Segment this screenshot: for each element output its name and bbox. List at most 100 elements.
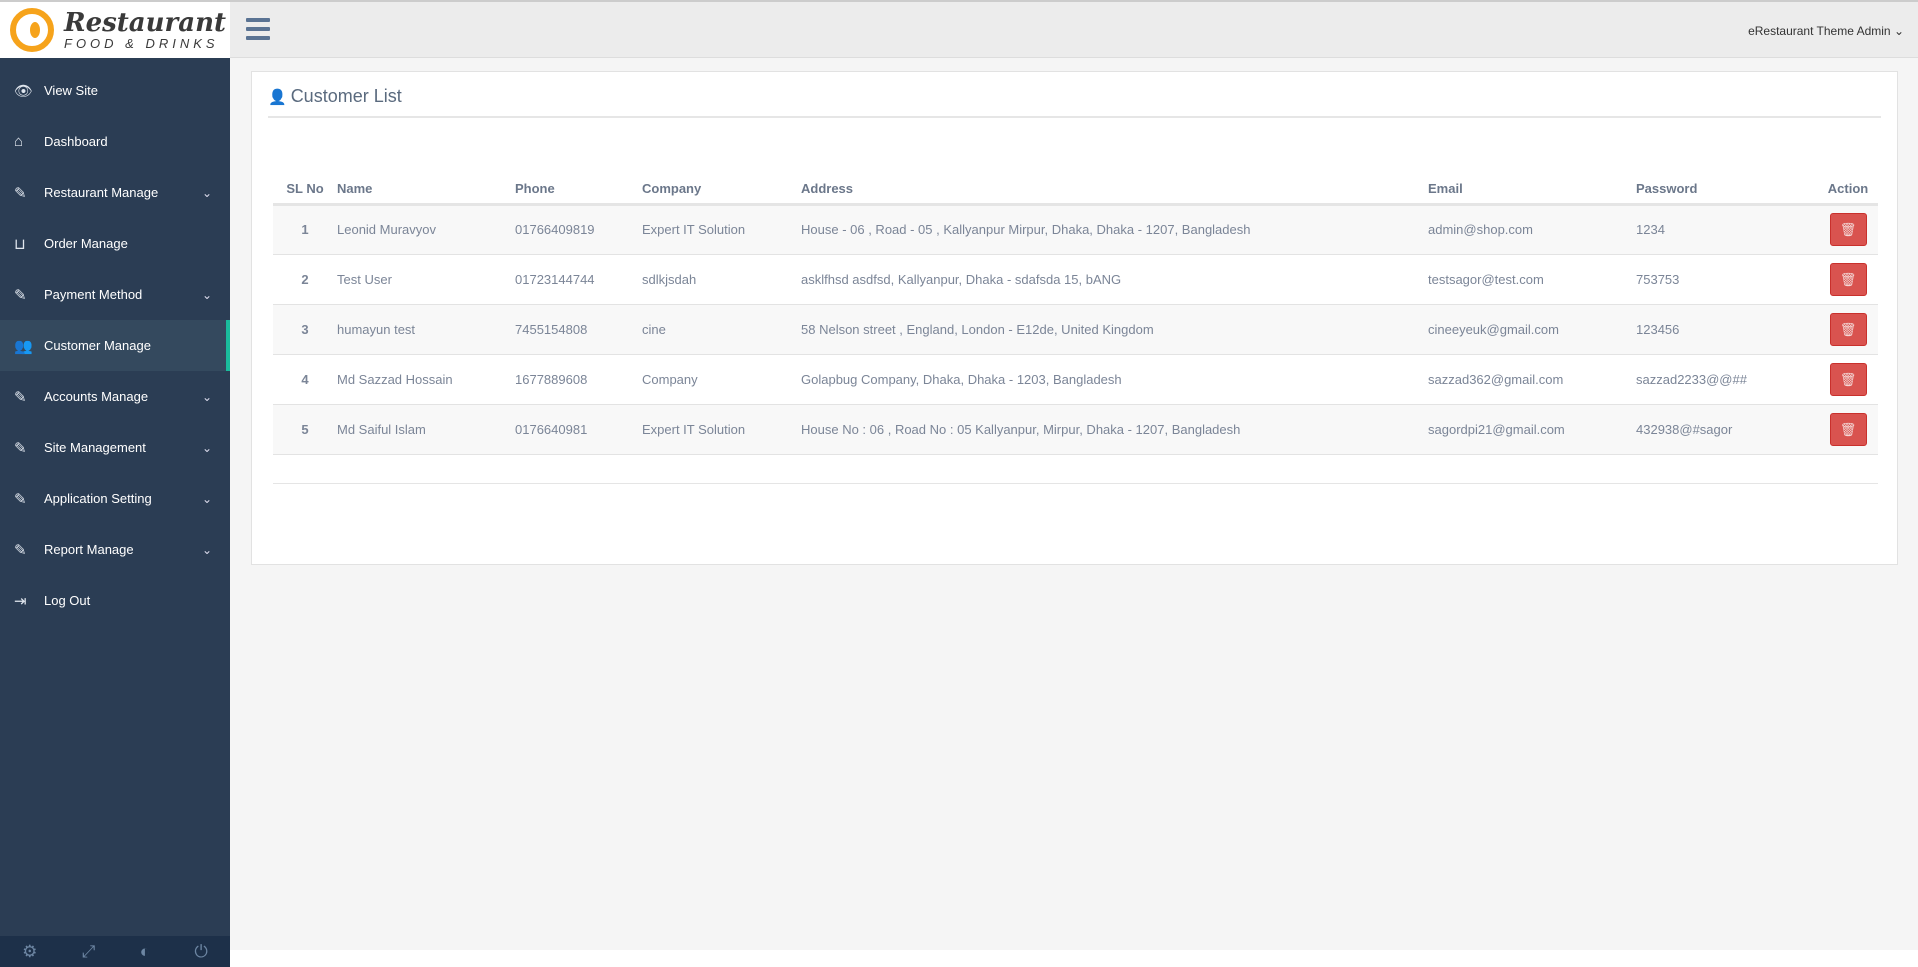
table-row: 2 Test User 01723144744 sdlkjsdah asklfhsd a… — [273, 254, 1878, 305]
cell-password: sazzad2233@@## — [1636, 354, 1818, 405]
user-menu[interactable]: eRestaurant Theme Admin ⌄ — [1748, 24, 1904, 38]
sidebar-item-label: Restaurant Manage — [44, 185, 159, 200]
logo[interactable]: Restaurant FOOD & DRINKS — [0, 0, 230, 58]
edit-icon: ✎ — [14, 541, 27, 559]
table-row: 4 Md Sazzad Hossain 1677889608 Company Golap… — [273, 354, 1878, 405]
basket-icon: ⊔ — [14, 235, 26, 253]
sidebar-nav: 👁 View Site ⌂ Dashboard ✎ Restaurant Manage ⌄ ⊔… — [0, 58, 230, 626]
delete-button[interactable]: 🗑 — [1829, 262, 1867, 296]
cell-company: sdlkjsdah — [642, 254, 801, 305]
sidebar-footer: ⚙ ⤢ ◐ ⏻ — [0, 936, 230, 967]
table-row: 1 Leonid Muravyov 01766409819 Expert IT Sol… — [273, 204, 1878, 255]
cell-email: sazzad362@gmail.com — [1428, 354, 1636, 405]
cell-company: Company — [642, 354, 801, 405]
sidebar-item-dashboard[interactable]: ⌂ Dashboard — [0, 116, 230, 167]
cell-company: Expert IT Solution — [642, 204, 801, 255]
trash-icon: 🗑 — [1839, 321, 1857, 337]
edit-icon: ✎ — [14, 184, 27, 202]
cell-email: testsagor@test.com — [1428, 254, 1636, 305]
divider — [273, 483, 1878, 484]
sidebar-item-label: Log Out — [44, 593, 91, 608]
power-icon[interactable]: ⏻ — [194, 942, 207, 962]
cell-company: cine — [642, 304, 801, 355]
sidebar-item-application-setting[interactable]: ✎ Application Setting ⌄ — [0, 473, 230, 524]
delete-button[interactable]: 🗑 — [1829, 362, 1867, 396]
sidebar-item-report-manage[interactable]: ✎ Report Manage ⌄ — [0, 524, 230, 575]
cell-sl-no: 1 — [273, 204, 337, 255]
cell-address: 58 Nelson street , England, London - E12… — [801, 304, 1428, 355]
sidebar-item-payment-method[interactable]: ✎ Payment Method ⌄ — [0, 269, 230, 320]
sidebar-item-view-site[interactable]: 👁 View Site — [0, 65, 230, 116]
trash-icon: 🗑 — [1839, 271, 1857, 287]
cell-address: House - 06 , Road - 05 , Kallyanpur Mirp… — [801, 204, 1428, 255]
cell-sl-no: 2 — [273, 254, 337, 305]
column-header: Name — [337, 174, 515, 206]
cell-password: 1234 — [1636, 204, 1818, 255]
chevron-down-icon: ⌄ — [201, 389, 212, 404]
panel-title: 👤 Customer List — [268, 86, 1881, 118]
cell-email: cineeyeuk@gmail.com — [1428, 304, 1636, 355]
settings-icon[interactable]: ⚙ — [22, 942, 37, 962]
eye-slash-icon[interactable]: ◐ — [140, 942, 150, 962]
sidebar-item-restaurant-manage[interactable]: ✎ Restaurant Manage ⌄ — [0, 167, 230, 218]
sidebar-item-label: Order Manage — [44, 236, 128, 251]
chevron-down-icon: ⌄ — [201, 440, 212, 455]
sidebar-item-label: Dashboard — [44, 134, 108, 149]
cell-name: Md Sazzad Hossain — [337, 354, 515, 405]
cell-email: sagordpi21@gmail.com — [1428, 404, 1636, 455]
column-header: Phone — [515, 174, 642, 206]
cell-password: 432938@#sagor — [1636, 404, 1818, 455]
customer-list-panel: 👤 Customer List SL No Name Phone Company Addr… — [251, 71, 1898, 565]
chevron-down-icon: ⌄ — [1893, 24, 1904, 38]
column-header: Address — [801, 174, 1428, 206]
delete-button[interactable]: 🗑 — [1829, 312, 1867, 346]
cell-company: Expert IT Solution — [642, 404, 801, 455]
delete-button[interactable]: 🗑 — [1829, 213, 1867, 246]
sidebar-item-accounts-manage[interactable]: ✎ Accounts Manage ⌄ — [0, 371, 230, 422]
column-header: Email — [1428, 174, 1636, 206]
brand-tagline: FOOD & DRINKS — [64, 35, 219, 51]
eye-icon: 👁 — [14, 82, 34, 100]
cell-phone: 01723144744 — [515, 254, 642, 305]
column-header: Action — [1818, 174, 1878, 206]
sidebar-item-site-management[interactable]: ✎ Site Management ⌄ — [0, 422, 230, 473]
cell-phone: 0176640981 — [515, 404, 642, 455]
edit-icon: ✎ — [14, 286, 27, 304]
users-icon: 👥 — [14, 337, 33, 355]
page-title: Customer List — [290, 86, 402, 106]
user-icon: 👤 — [268, 89, 287, 106]
cell-sl-no: 5 — [273, 404, 337, 455]
table-row: 3 humayun test 7455154808 cine 58 Nelson str… — [273, 304, 1878, 355]
cell-sl-no: 3 — [273, 304, 337, 355]
cell-phone: 1677889608 — [515, 354, 642, 405]
sidebar-item-log-out[interactable]: ⇥ Log Out — [0, 575, 230, 626]
customer-table: SL No Name Phone Company Address Email Passwor… — [273, 174, 1878, 455]
column-header: Password — [1636, 174, 1818, 206]
edit-icon: ✎ — [14, 388, 27, 406]
delete-button[interactable]: 🗑 — [1829, 412, 1867, 446]
cell-name: Leonid Muravyov — [337, 204, 515, 255]
cell-phone: 7455154808 — [515, 304, 642, 355]
table-row: 5 Md Saiful Islam 0176640981 Expert IT Solu… — [273, 404, 1878, 455]
cell-address: asklfhsd asdfsd, Kallyanpur, Dhaka - sda… — [801, 254, 1428, 305]
sidebar: Restaurant FOOD & DRINKS 👁 View Site ⌂ Dash… — [0, 0, 230, 967]
user-name: eRestaurant Theme Admin — [1748, 24, 1891, 38]
menu-toggle-icon[interactable] — [246, 18, 270, 40]
cell-phone: 01766409819 — [515, 204, 642, 255]
chevron-down-icon: ⌄ — [201, 491, 212, 506]
footer — [230, 950, 1918, 967]
brand-name: Restaurant — [64, 7, 227, 38]
home-icon: ⌂ — [14, 133, 24, 150]
chevron-down-icon: ⌄ — [201, 542, 212, 557]
column-header: SL No — [273, 174, 337, 206]
sidebar-item-label: Application Setting — [44, 491, 152, 506]
edit-icon: ✎ — [14, 439, 27, 457]
column-header: Company — [642, 174, 801, 206]
sidebar-item-order-manage[interactable]: ⊔ Order Manage — [0, 218, 230, 269]
sidebar-item-label: Customer Manage — [44, 338, 151, 353]
fullscreen-icon[interactable]: ⤢ — [82, 942, 96, 962]
sidebar-item-customer-manage[interactable]: 👥 Customer Manage — [0, 320, 230, 371]
edit-icon: ✎ — [14, 490, 27, 508]
cell-name: humayun test — [337, 304, 515, 355]
sidebar-item-label: View Site — [44, 83, 98, 98]
